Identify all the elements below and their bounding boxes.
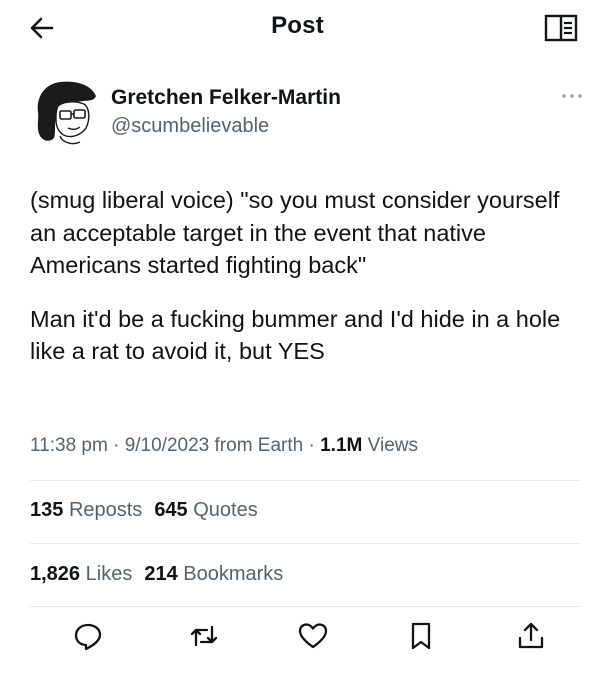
quotes-stat[interactable]: 645 Quotes [154,499,257,521]
post-metadata: 11:38 pm · 9/10/2023 from Earth · 1.1M V… [30,435,418,456]
author-name[interactable]: Gretchen Felker-Martin [111,86,341,110]
divider [30,606,580,607]
stats-row-likes-bookmarks: 1,826 Likes 214 Bookmarks [30,563,283,586]
more-options-icon[interactable] [560,88,584,104]
avatar-illustration [37,81,96,145]
reposts-stat[interactable]: 135 Reposts [30,499,142,521]
reader-mode-icon[interactable] [544,14,578,42]
post-paragraph: (smug liberal voice) "so you must consid… [30,187,560,278]
bookmarks-stat[interactable]: 214 Bookmarks [144,563,283,585]
views-label: Views [367,435,418,456]
reply-icon[interactable] [72,620,104,652]
avatar[interactable] [30,76,102,148]
like-icon[interactable] [297,620,329,652]
post-date[interactable]: 9/10/2023 [125,435,210,456]
divider [30,480,580,481]
post-source: from Earth [214,435,304,456]
likes-stat[interactable]: 1,826 Likes [30,563,132,585]
divider [30,543,580,544]
author-handle[interactable]: @scumbelievable [111,115,269,138]
views-count: 1.1M [320,435,363,456]
share-icon[interactable] [515,620,547,652]
post-text: (smug liberal voice) "so you must consid… [30,184,575,368]
top-bar: Post [0,0,595,56]
bookmark-icon[interactable] [405,620,437,652]
page-title: Post [271,12,324,39]
stats-row-reposts-quotes: 135 Reposts 645 Quotes [30,499,258,522]
post-paragraph: Man it'd be a fucking bummer and I'd hid… [30,305,561,365]
repost-icon[interactable] [188,620,220,652]
action-bar [0,616,595,656]
post-time[interactable]: 11:38 pm [30,435,108,456]
